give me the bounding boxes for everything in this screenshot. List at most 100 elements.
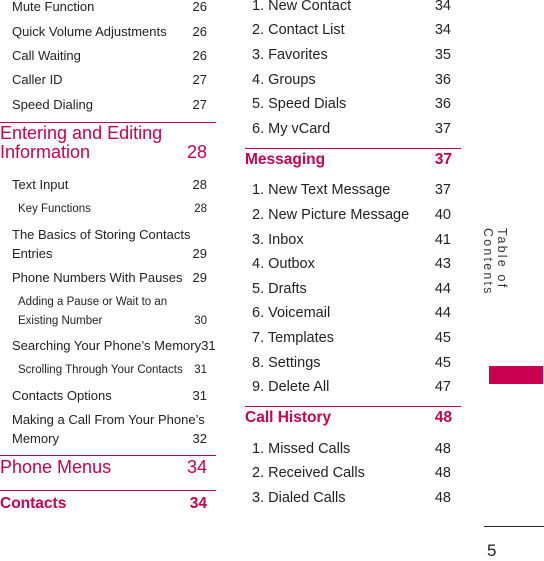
toc-entry-page: 41 [434, 232, 451, 248]
toc-entry-title: Phone Menus [0, 456, 112, 477]
toc-entry[interactable]: Adding a Pause or Wait to an [18, 294, 207, 310]
toc-entry-title: 7. Templates [252, 330, 334, 346]
toc-section-heading[interactable]: Information 28 [0, 141, 207, 163]
toc-entry-page: 26 [192, 23, 207, 39]
toc-entry[interactable]: Memory 32 [12, 429, 207, 447]
divider [245, 406, 461, 407]
toc-entry-title: Scrolling Through Your Contacts [18, 364, 183, 376]
toc-entry[interactable]: 3. Inbox 41 [252, 230, 451, 250]
toc-entry-title: 8. Settings [252, 355, 321, 371]
toc-entry-page: 47 [434, 379, 451, 395]
toc-entry[interactable]: 1. New Text Message 37 [252, 180, 451, 200]
toc-entry[interactable]: 1. Missed Calls 48 [252, 439, 451, 459]
toc-entry[interactable]: Caller ID 27 [12, 70, 207, 88]
toc-entry-title: 9. Delete All [252, 379, 330, 395]
toc-entry-page: 48 [434, 441, 451, 457]
toc-entry-title: Entries [12, 245, 53, 261]
toc-entry[interactable]: Searching Your Phone’s Memory 31 [12, 336, 216, 354]
toc-entry-page: 27 [192, 71, 207, 87]
toc-entry-title: 2. New Picture Message [252, 207, 410, 223]
toc-entry-page: 27 [192, 96, 207, 112]
toc-entry[interactable]: 2. New Picture Message 40 [252, 205, 451, 225]
toc-entry-page: 45 [434, 330, 451, 346]
toc-entry[interactable]: Contacts Options 31 [12, 386, 207, 404]
toc-entry[interactable]: Scrolling Through Your Contacts 31 [18, 362, 207, 378]
toc-entry[interactable]: Making a Call From Your Phone’s [12, 410, 207, 428]
toc-entry-page: 43 [434, 256, 451, 272]
toc-entry[interactable]: 2. Received Calls 48 [252, 463, 451, 483]
toc-entry-title: 2. Received Calls [252, 465, 365, 481]
toc-entry[interactable]: 9. Delete All 47 [252, 377, 451, 397]
toc-entry-page: 48 [434, 490, 451, 506]
toc-entry[interactable]: 7. Templates 45 [252, 328, 451, 348]
divider [0, 455, 216, 456]
toc-entry-page: 32 [192, 430, 207, 446]
toc-entry-title: Adding a Pause or Wait to an [18, 296, 168, 308]
toc-entry-title: Mute Function [12, 0, 95, 14]
toc-section-heading[interactable]: Messaging 37 [245, 150, 452, 170]
toc-entry[interactable]: 6. My vCard 37 [252, 119, 451, 139]
toc-entry[interactable]: Mute Function 26 [12, 0, 207, 15]
toc-entry-page: 37 [434, 121, 451, 137]
toc-entry[interactable]: Entries 29 [12, 244, 207, 262]
toc-entry-page: 34 [434, 0, 451, 14]
toc-entry[interactable]: 4. Outbox 43 [252, 254, 451, 274]
toc-entry-title: 2. Contact List [252, 22, 345, 38]
toc-entry-page: 37 [434, 182, 451, 198]
toc-entry-title: 5. Speed Dials [252, 96, 347, 112]
toc-entry[interactable]: The Basics of Storing Contacts [12, 225, 207, 243]
toc-section-heading[interactable]: Call History 48 [245, 408, 452, 428]
page-number: 5 [487, 541, 497, 560]
toc-entry-title: Existing Number [18, 315, 103, 327]
toc-entry[interactable]: Speed Dialing 27 [12, 95, 207, 113]
toc-entry[interactable]: 6. Voicemail 44 [252, 303, 451, 323]
toc-section-heading[interactable]: Contacts 34 [0, 494, 207, 514]
toc-entry-title: Speed Dialing [12, 96, 93, 112]
toc-entry-title: Phone Numbers With Pauses [12, 269, 183, 285]
toc-entry-title: 4. Groups [252, 72, 316, 88]
toc-entry-title: 5. Drafts [252, 281, 307, 297]
toc-entry-page: 34 [189, 495, 207, 512]
toc-entry-page: 34 [186, 456, 207, 477]
toc-entry[interactable]: Key Functions 28 [18, 201, 207, 217]
toc-entry[interactable]: 5. Drafts 44 [252, 279, 451, 299]
toc-entry-title: Contacts [0, 495, 67, 512]
toc-entry[interactable]: 3. Favorites 35 [252, 45, 451, 65]
toc-entry-page: 28 [192, 176, 207, 192]
toc-entry-page: 40 [434, 207, 451, 223]
toc-entry-title: Messaging [245, 151, 326, 168]
toc-entry-title: Key Functions [18, 203, 91, 215]
toc-entry-page: 44 [434, 281, 451, 297]
toc-entry[interactable]: 2. Contact List 34 [252, 20, 451, 40]
divider [0, 122, 216, 123]
toc-entry[interactable]: Phone Numbers With Pauses 29 [12, 268, 207, 286]
toc-entry-page: 36 [434, 72, 451, 88]
toc-entry[interactable]: Quick Volume Adjustments 26 [12, 22, 207, 40]
toc-entry[interactable]: 8. Settings 45 [252, 353, 451, 373]
toc-section-heading[interactable]: Phone Menus 34 [0, 456, 207, 478]
toc-entry-page: 29 [192, 269, 207, 285]
toc-entry-page: 48 [434, 465, 451, 481]
toc-entry[interactable]: Existing Number 30 [18, 313, 207, 329]
toc-entry-title: 3. Inbox [252, 232, 304, 248]
side-tab-marker [489, 366, 543, 384]
toc-entry[interactable]: 4. Groups 36 [252, 70, 451, 90]
divider [245, 148, 461, 149]
divider [0, 490, 216, 491]
toc-entry[interactable]: 3. Dialed Calls 48 [252, 488, 451, 508]
toc-entry-page: 31 [194, 364, 207, 376]
toc-entry-page: 28 [186, 141, 207, 162]
toc-entry[interactable]: Text Input 28 [12, 175, 207, 193]
toc-entry[interactable]: Call Waiting 26 [12, 46, 207, 64]
toc-entry-title: 4. Outbox [252, 256, 315, 272]
toc-entry[interactable]: 5. Speed Dials 36 [252, 94, 451, 114]
toc-entry-page: 28 [194, 203, 207, 215]
toc-entry[interactable]: 1. New Contact 34 [252, 0, 451, 16]
toc-entry-page: 30 [194, 315, 207, 327]
toc-entry-title: Contacts Options [12, 387, 112, 403]
toc-entry-page: 34 [434, 22, 451, 38]
toc-entry-title: 6. My vCard [252, 121, 331, 137]
toc-entry-page: 31 [192, 387, 207, 403]
toc-entry-title: Information [0, 141, 91, 162]
toc-entry-title: 1. New Text Message [252, 182, 391, 198]
